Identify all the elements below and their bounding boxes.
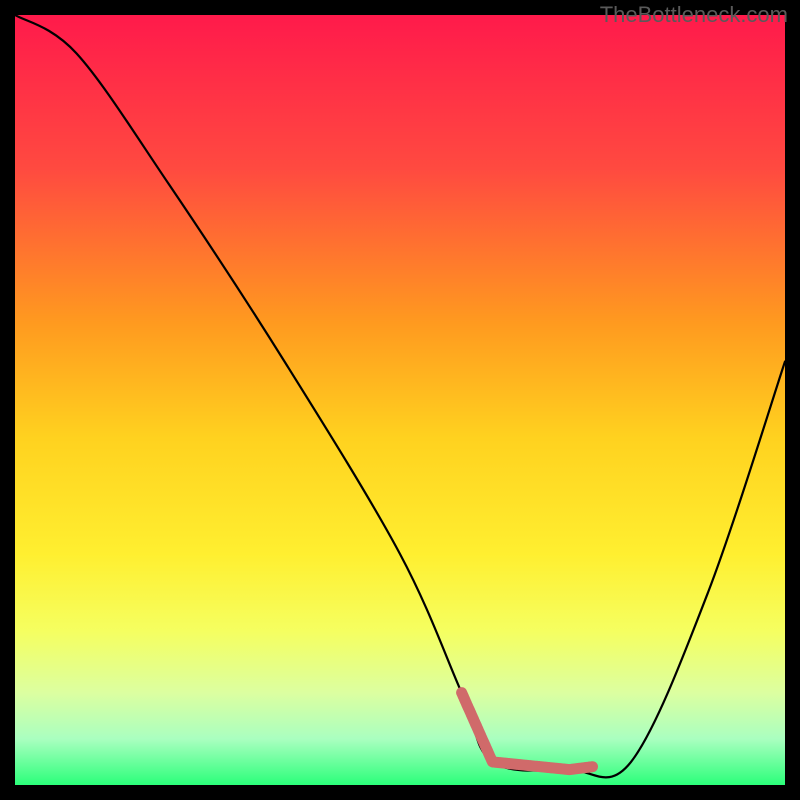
plot-area: [15, 15, 785, 785]
watermark-text: TheBottleneck.com: [600, 2, 788, 28]
chart-frame: TheBottleneck.com: [0, 0, 800, 800]
heatmap-background: [15, 15, 785, 785]
